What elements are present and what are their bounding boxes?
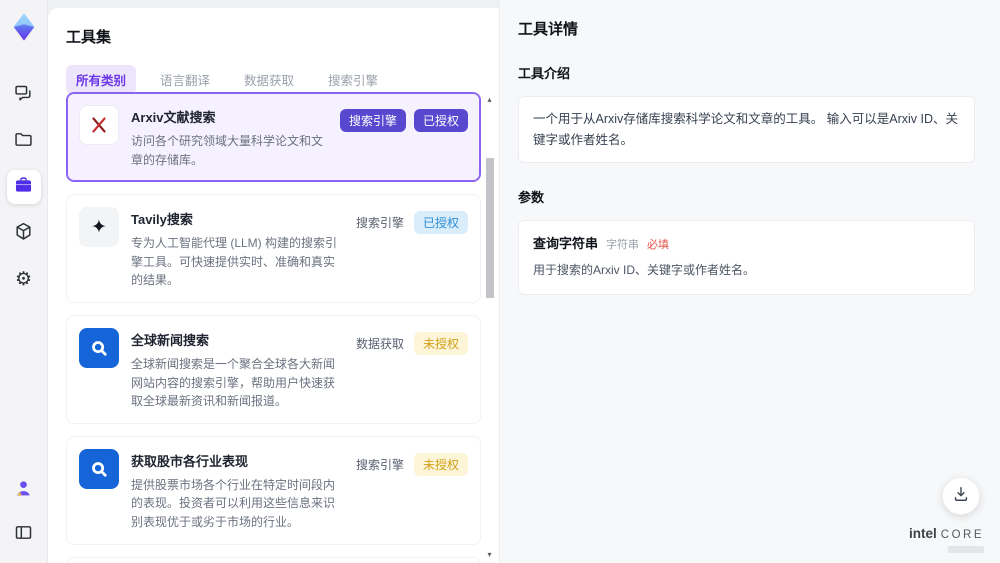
news-search-icon [79, 327, 119, 368]
tool-status-badge: 未授权 [413, 452, 468, 476]
download-button[interactable] [942, 477, 980, 515]
news-search-icon [79, 448, 119, 489]
sidebar-bottom [7, 473, 41, 551]
tool-name: Arxiv文献搜索 [131, 110, 216, 125]
tool-card[interactable]: 获取市场最活跃股票信息 提供当天交易量最高的股票列表，投资者可以利用这些信息来识… [66, 556, 481, 563]
tool-card[interactable]: 全球新闻搜索 全球新闻搜索是一个聚合全球各大新闻网站内容的搜索引擎，帮助用户快速… [66, 314, 481, 424]
tool-category-badge: 搜索引擎 [355, 457, 404, 472]
tool-name: 全球新闻搜索 [131, 332, 210, 348]
arxiv-icon [79, 105, 119, 145]
parameter-card: 查询字符串 字符串 必填 用于搜索的Arxiv ID、关键字或作者姓名。 [518, 220, 975, 296]
toolset-title: 工具集 [66, 29, 112, 46]
panel-toggle-icon [13, 522, 34, 547]
app-logo-icon [8, 10, 40, 44]
params-heading: 参数 [518, 190, 545, 206]
tool-status-badge: 已授权 [413, 211, 468, 235]
category-tabs: 所有类别 语言翻译 数据获取 搜索引擎 [66, 65, 487, 94]
details-title: 工具详情 [518, 21, 579, 38]
param-name: 查询字符串 [533, 236, 599, 252]
tool-description: 全球新闻搜索是一个聚合全球各大新闻网站内容的搜索引擎，帮助用户快速获取全球最新资… [131, 356, 336, 409]
user-icon [13, 478, 34, 503]
sidebar-nav: ⚙ [6, 78, 41, 296]
collapse-sidebar-button[interactable] [7, 517, 41, 551]
tool-list-container: Arxiv文献搜索 访问各个研究领域大量科学论文和文章的存储库。 搜索引擎 已授权… [66, 92, 495, 563]
app-root: ⚙ 工具集 所有类别 语言翻译 数据获取 搜索引擎 Arxiv文献搜索 访问各个… [0, 0, 1000, 563]
param-description: 用于搜索的Arxiv ID、关键字或作者姓名。 [533, 263, 756, 278]
tool-status-badge: 未授权 [413, 331, 468, 355]
tool-card[interactable]: ✦ Tavily搜索 专为人工智能代理 (LLM) 构建的搜索引擎工具。可快速提… [66, 194, 481, 303]
cube-icon [13, 221, 34, 246]
tool-list: Arxiv文献搜索 访问各个研究领域大量科学论文和文章的存储库。 搜索引擎 已授权… [66, 92, 481, 563]
tool-status-badge: 已授权 [413, 109, 468, 132]
download-icon [951, 484, 971, 509]
toolset-panel: 工具集 所有类别 语言翻译 数据获取 搜索引擎 Arxiv文献搜索 访问各个研究领域大… [48, 8, 500, 563]
tool-intro-card: 一个用于从Arxiv存储库搜索科学论文和文章的工具。 输入可以是Arxiv ID… [518, 96, 975, 164]
sidebar-item-tools[interactable] [6, 170, 41, 204]
intro-heading: 工具介绍 [518, 66, 571, 81]
sidebar-item-chat[interactable] [7, 78, 41, 112]
tool-description: 提供股票市场各个行业在特定时间段内的表现。投资者可以利用这些信息来识别表现优于或… [131, 477, 336, 529]
sidebar-item-settings[interactable]: ⚙ [7, 262, 41, 296]
tavily-icon: ✦ [79, 207, 119, 248]
scrollbar-thumb[interactable] [486, 158, 494, 298]
tool-card[interactable]: 获取股市各行业表现 提供股票市场各个行业在特定时间段内的表现。投资者可以利用这些… [66, 435, 481, 545]
sidebar-rail: ⚙ [0, 0, 48, 563]
tool-card[interactable]: Arxiv文献搜索 访问各个研究领域大量科学论文和文章的存储库。 搜索引擎 已授权 [66, 92, 481, 183]
tool-name: Tavily搜索 [131, 212, 193, 228]
tool-description: 访问各个研究领域大量科学论文和文章的存储库。 [131, 134, 324, 167]
list-scrollbar[interactable]: ▴ ▾ [484, 96, 495, 559]
briefcase-icon [13, 175, 34, 200]
user-avatar[interactable] [7, 473, 41, 507]
category-tab[interactable]: 搜索引擎 [318, 65, 388, 94]
param-type: 字符串 [606, 239, 640, 252]
intel-wordmark: intel [909, 526, 937, 541]
tool-category-badge: 数据获取 [355, 336, 404, 351]
sidebar-item-packages[interactable] [7, 216, 41, 250]
tool-details-panel: 工具详情 工具介绍 一个用于从Arxiv存储库搜索科学论文和文章的工具。 输入可… [500, 0, 1000, 563]
tool-category-badge: 搜索引擎 [355, 216, 404, 231]
category-tab[interactable]: 所有类别 [66, 65, 137, 94]
category-tab[interactable]: 语言翻译 [150, 65, 220, 94]
core-wordmark: core [940, 529, 984, 541]
category-tab[interactable]: 数据获取 [234, 65, 304, 94]
tool-name: 获取股市各行业表现 [131, 453, 249, 469]
scroll-down-icon[interactable]: ▾ [484, 551, 495, 559]
folder-icon [13, 129, 34, 154]
gear-icon: ⚙ [14, 268, 33, 290]
tool-description: 专为人工智能代理 (LLM) 构建的搜索引擎工具。可快速提供实时、准确和真实的结… [131, 236, 338, 288]
intel-core-logo: intel core [909, 525, 984, 553]
chat-icon [13, 83, 34, 108]
sidebar-item-files[interactable] [7, 124, 41, 158]
tool-category-badge: 搜索引擎 [339, 109, 406, 132]
param-required-badge: 必填 [647, 239, 670, 252]
brand-subtext-bar [948, 546, 984, 553]
scroll-up-icon[interactable]: ▴ [484, 96, 495, 104]
